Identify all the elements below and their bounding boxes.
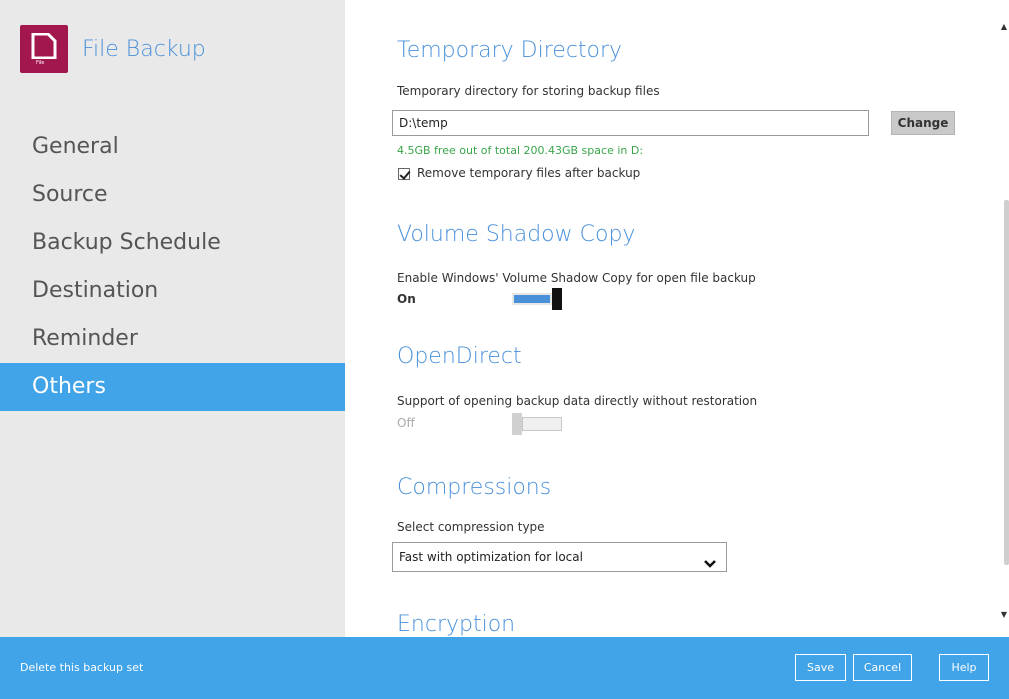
file-backup-logo-icon: File [20, 25, 68, 73]
volume-shadow-copy-title: Volume Shadow Copy [397, 222, 636, 247]
encryption-title: Encryption [397, 612, 516, 637]
volume-shadow-copy-state: On [397, 292, 416, 306]
temporary-directory-path-input[interactable] [392, 110, 869, 136]
volume-shadow-copy-description: Enable Windows' Volume Shadow Copy for o… [397, 271, 756, 285]
remove-temp-files-label: Remove temporary files after backup [417, 166, 641, 180]
settings-panel: Temporary Directory Temporary directory … [345, 0, 1009, 637]
delete-backup-set-link[interactable]: Delete this backup set [20, 661, 143, 674]
sidebar-item-reminder[interactable]: Reminder [0, 315, 345, 363]
opendirect-description: Support of opening backup data directly … [397, 394, 758, 408]
app-header: File File Backup [20, 25, 206, 73]
toggle-track [522, 417, 562, 431]
opendirect-toggle[interactable] [512, 413, 562, 435]
scroll-down-icon[interactable]: ▼ [1001, 610, 1007, 619]
logo-tag: File [36, 60, 45, 66]
remove-temp-files-checkbox[interactable] [398, 168, 410, 180]
toggle-track [512, 293, 552, 305]
compressions-description: Select compression type [397, 520, 545, 534]
toggle-knob [512, 413, 522, 435]
opendirect-title: OpenDirect [397, 344, 522, 369]
sidebar-item-others[interactable]: Others [0, 363, 345, 411]
volume-shadow-copy-toggle[interactable] [512, 288, 562, 310]
compression-type-selected: Fast with optimization for local [399, 550, 583, 564]
help-button[interactable]: Help [939, 654, 989, 681]
compression-type-select[interactable]: Fast with optimization for local [392, 542, 727, 572]
sidebar-item-destination[interactable]: Destination [0, 267, 345, 315]
temporary-directory-description: Temporary directory for storing backup f… [397, 84, 660, 98]
opendirect-state: Off [397, 416, 415, 430]
free-space-info: 4.5GB free out of total 200.43GB space i… [397, 144, 644, 157]
sidebar-item-backup-schedule[interactable]: Backup Schedule [0, 219, 345, 267]
scrollbar-thumb[interactable] [1004, 200, 1009, 565]
app-title: File Backup [82, 36, 206, 62]
toggle-knob [552, 288, 562, 310]
change-directory-button[interactable]: Change [891, 111, 955, 135]
footer-bar: Delete this backup set Save Cancel Help [0, 637, 1009, 699]
compressions-title: Compressions [397, 475, 552, 500]
scroll-up-icon[interactable]: ▲ [1001, 22, 1007, 31]
sidebar-nav: General Source Backup Schedule Destinati… [0, 123, 345, 411]
temporary-directory-title: Temporary Directory [397, 38, 623, 63]
save-button[interactable]: Save [795, 654, 846, 681]
sidebar: File File Backup General Source Backup S… [0, 0, 345, 637]
chevron-down-icon [704, 551, 716, 579]
app-window: File File Backup General Source Backup S… [0, 0, 1009, 699]
sidebar-item-source[interactable]: Source [0, 171, 345, 219]
sidebar-item-general[interactable]: General [0, 123, 345, 171]
cancel-button[interactable]: Cancel [853, 654, 912, 681]
